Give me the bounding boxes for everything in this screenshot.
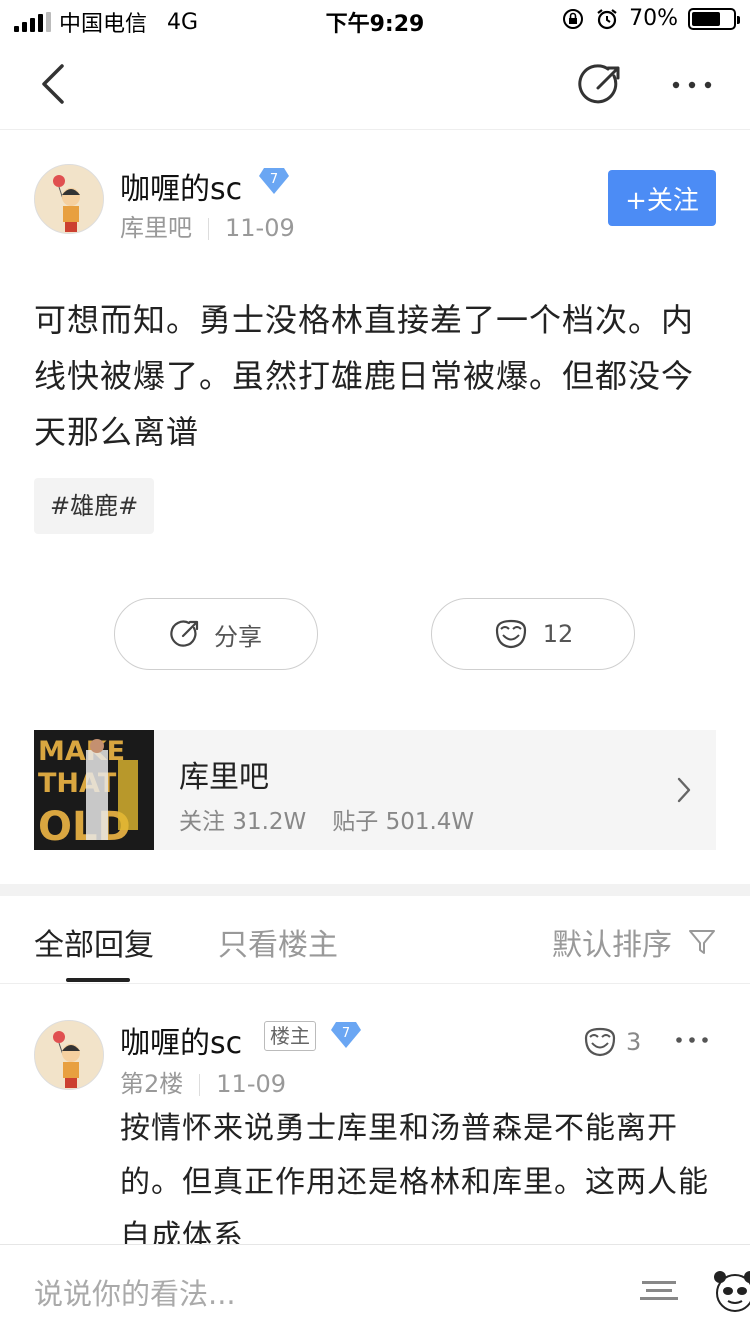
battery-percent: 70% [629,6,678,31]
comment-bar: 说说你的看法... [0,1244,750,1334]
like-count: 12 [542,620,574,648]
author-avatar[interactable] [34,164,104,234]
level-number: 7 [270,172,278,187]
like-button[interactable]: 12 [431,598,635,670]
forum-image: MAKE THAT OLD [34,730,154,850]
meme-sticker-icon[interactable] [634,1267,684,1317]
reply-more-icon[interactable] [674,1028,710,1052]
author-name[interactable]: 咖喱的sc [120,164,242,208]
sort-dropdown[interactable]: 默认排序 [552,920,716,964]
post-content: 可想而知。勇士没格林直接差了一个档次。内线快被爆了。虽然打雄鹿日常被爆。但都没今… [34,301,695,451]
alarm-icon [597,8,617,29]
sort-label: 默认排序 [552,928,672,963]
nav-bar [0,40,750,130]
more-icon[interactable] [670,70,714,100]
tab-op-only[interactable]: 只看楼主 [218,920,338,964]
forum-image-word-3: OLD [38,804,131,850]
reply-date: 11-09 [216,1070,287,1098]
reply-avatar[interactable] [34,1020,104,1090]
section-divider [0,884,750,896]
forum-name[interactable]: 库里吧 [120,214,192,242]
reply-like-count: 3 [626,1028,642,1056]
panda-emoji-icon[interactable] [710,1267,750,1317]
topic-tag[interactable]: #雄鹿# [34,478,155,534]
tab-all-replies[interactable]: 全部回复 [34,920,154,964]
forum-card-stats: 关注 31.2W 贴子 501.4W [179,802,500,836]
filter-icon [689,930,715,954]
reply-floor: 第2楼 [120,1070,184,1098]
reply-tabs: 全部回复 只看楼主 默认排序 [0,896,750,984]
reply-meta: 第2楼 11-09 [120,1064,286,1099]
share-label: 分享 [214,622,262,651]
forum-image-word-1: MAKE [38,736,125,767]
comment-input[interactable]: 说说你的看法... [34,1271,236,1313]
reply-like-button[interactable]: 3 [582,1026,641,1058]
forum-posts: 贴子 501.4W [332,809,475,835]
forum-card-name: 库里吧 [179,760,269,795]
reply-author-name[interactable]: 咖喱的sc [120,1018,242,1062]
back-icon[interactable] [36,62,76,106]
reply-content: 按情怀来说勇士库里和汤普森是不能离开的。但真正作用还是格林和库里。这两人能自成体… [120,1111,709,1254]
level-badge-icon: 7 [259,168,289,194]
chevron-right-icon [677,777,691,803]
share-icon [170,620,199,647]
forum-card[interactable]: MAKE THAT OLD 库里吧 关注 31.2W 贴子 501.4W [34,730,716,850]
battery-icon [688,7,740,30]
forum-followers: 关注 31.2W [179,809,307,835]
like-face-icon [584,1027,616,1057]
reply-level-badge-icon: 7 [331,1022,361,1048]
follow-button[interactable]: +关注 [608,170,716,226]
reply-level-number: 7 [342,1026,350,1041]
share-button[interactable]: 分享 [114,598,318,670]
post-meta: 库里吧 11-09 [120,208,295,243]
rotation-lock-icon [563,8,584,29]
status-bar: 中国电信 4G 下午9:29 70% [0,0,750,40]
post-date: 11-09 [225,214,295,242]
share-icon[interactable] [578,62,624,108]
active-tab-indicator [66,978,130,982]
op-badge: 楼主 [264,1021,316,1051]
like-face-icon [495,619,526,649]
